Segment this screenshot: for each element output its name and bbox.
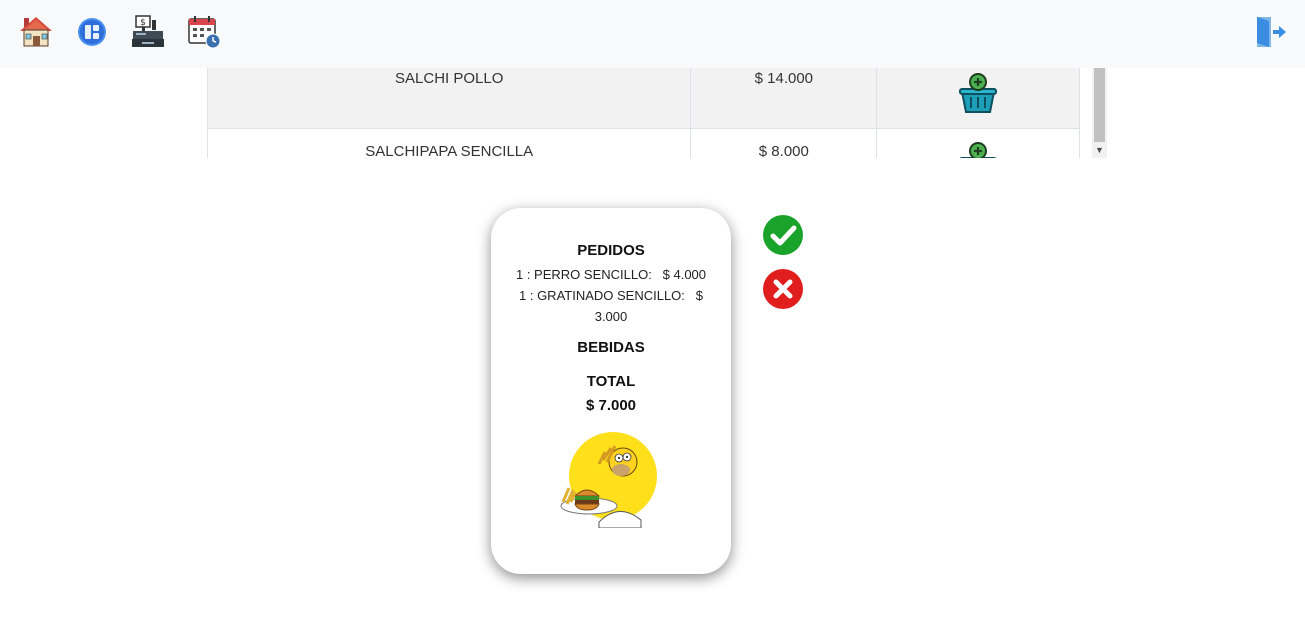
order-summary-card: PEDIDOS 1 : PERRO SENCILLO: $ 4.000 1 : … xyxy=(491,208,731,574)
check-circle-icon[interactable] xyxy=(763,215,803,255)
add-cell xyxy=(876,68,1080,129)
homer-burger-illustration xyxy=(559,432,659,529)
scrollbar-thumb[interactable] xyxy=(1094,68,1105,142)
calendar-clock-icon[interactable] xyxy=(186,14,222,50)
chevron-down-icon[interactable]: ▼ xyxy=(1095,146,1104,155)
dashboard-app-icon[interactable] xyxy=(74,14,110,50)
table-row: SALCHI POLLO $ 14.000 xyxy=(207,68,1080,129)
total-title: TOTAL xyxy=(586,373,636,390)
bebidas-title: BEBIDAS xyxy=(577,339,645,356)
add-cell xyxy=(876,128,1080,158)
list-item: 1 : PERRO SENCILLO: $ 4.000 xyxy=(515,267,707,282)
product-name: SALCHI POLLO xyxy=(207,68,692,129)
table-row: SALCHIPAPA SENCILLA $ 8.000 xyxy=(207,128,1080,158)
top-navbar: $ xyxy=(0,0,1305,68)
table-scrollbar[interactable]: ▼ xyxy=(1092,68,1107,158)
product-price: $ 14.000 xyxy=(690,68,878,129)
products-table: SALCHI POLLO $ 14.000 SALCHIPAPA SENCILL… xyxy=(207,68,1080,158)
product-price: $ 8.000 xyxy=(690,128,878,158)
svg-text:$: $ xyxy=(140,18,146,28)
add-to-basket-icon[interactable] xyxy=(956,72,1000,116)
order-items-list: 1 : PERRO SENCILLO: $ 4.000 1 : GRATINAD… xyxy=(509,264,713,327)
products-table-container: SALCHI POLLO $ 14.000 SALCHIPAPA SENCILL… xyxy=(207,68,1107,158)
house-icon[interactable] xyxy=(18,14,54,50)
x-circle-icon[interactable] xyxy=(763,269,803,309)
product-name: SALCHIPAPA SENCILLA xyxy=(207,128,692,158)
add-to-basket-icon[interactable] xyxy=(956,141,1000,158)
pedidos-title: PEDIDOS xyxy=(577,242,645,259)
logout-door-icon[interactable] xyxy=(1253,14,1289,50)
cash-register-icon[interactable]: $ xyxy=(130,14,166,50)
total-value: $ 7.000 xyxy=(585,397,637,414)
list-item: 1 : GRATINADO SENCILLO: $ 3.000 xyxy=(519,288,707,324)
